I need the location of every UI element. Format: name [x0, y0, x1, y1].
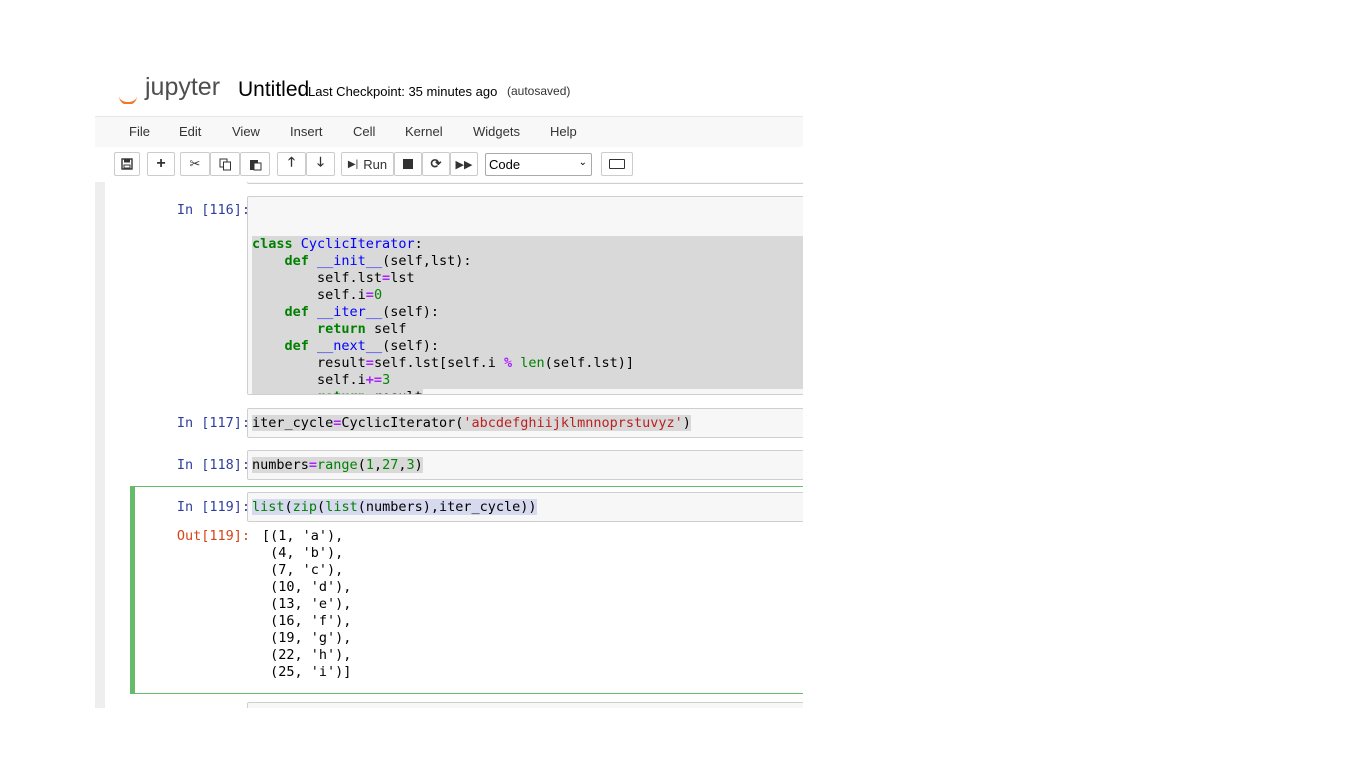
scissors-icon: ✂ [189, 156, 201, 171]
code-line: result=self.lst[self.i % len(self.lst)] [252, 355, 803, 372]
menu-view[interactable]: View [232, 124, 260, 139]
chevron-down-icon: ⌄ [578, 157, 587, 168]
copy-button[interactable] [210, 152, 240, 176]
cell-116-input[interactable]: class CyclicIterator: def __init__(self,… [247, 196, 803, 395]
menu-widgets[interactable]: Widgets [473, 124, 520, 139]
cut-button[interactable]: ✂ [180, 152, 210, 176]
code-line: self.i+=3 [252, 372, 803, 389]
last-checkpoint: Last Checkpoint: 35 minutes ago [308, 84, 498, 99]
code-line: return self [252, 321, 803, 338]
cell-117-input[interactable]: iter_cycle=CyclicIterator('abcdefghiijkl… [247, 408, 803, 438]
menu-kernel[interactable]: Kernel [405, 124, 443, 139]
copy-icon [219, 158, 231, 170]
restart-run-all-button[interactable]: ▶▶ [450, 152, 478, 176]
cell-116-prompt: In [116]: [176, 202, 250, 218]
cell-119-prompt: In [119]: [176, 499, 250, 515]
cell-117-prompt: In [117]: [176, 415, 250, 431]
arrow-down-icon: 🡓 [317, 154, 324, 169]
keyboard-icon [609, 159, 625, 169]
menu-help[interactable]: Help [550, 124, 577, 139]
code-line: def __next__(self): [252, 338, 803, 355]
fast-forward-icon: ▶▶ [455, 158, 473, 171]
previous-cell-input[interactable] [247, 182, 803, 184]
menu-cell[interactable]: Cell [353, 124, 375, 139]
cell-117-code: iter_cycle=CyclicIterator('abcdefghiijkl… [252, 415, 691, 431]
step-forward-icon: ▶| [347, 158, 359, 170]
notebook-container: In [116]: class CyclicIterator: def __in… [95, 182, 803, 708]
active-cell-indicator [130, 486, 135, 694]
restart-button[interactable]: ⟳ [422, 152, 450, 176]
code-line: return result [252, 389, 803, 394]
cell-116-code: class CyclicIterator: def __init__(self,… [252, 219, 803, 394]
code-line: def __iter__(self): [252, 304, 803, 321]
run-button[interactable]: ▶| Run [341, 152, 394, 176]
notebook-header: jupyter Untitled Last Checkpoint: 35 min… [95, 74, 803, 104]
insert-cell-button[interactable]: + [147, 152, 175, 176]
cell-type-select[interactable]: Code ⌄ [485, 153, 592, 176]
notebook-name[interactable]: Untitled [238, 78, 309, 102]
stop-icon [403, 159, 413, 169]
code-line: self.lst=lst [252, 270, 803, 287]
cell-119-out-prompt: Out[119]: [176, 528, 250, 544]
move-up-button[interactable]: 🡑 [277, 152, 306, 176]
autosave-status: (autosaved) [507, 84, 571, 98]
menu-edit[interactable]: Edit [179, 124, 201, 139]
jupyter-logo[interactable]: jupyter [145, 74, 220, 102]
menubar: File Edit View Insert Cell Kernel Widget… [95, 116, 803, 148]
paste-button[interactable] [240, 152, 270, 176]
cell-119-input[interactable]: list(zip(list(numbers),iter_cycle)) [247, 492, 803, 522]
plus-icon: + [156, 155, 166, 172]
toolbar: + ✂ 🡑 🡓 ▶| Run ⟳ ▶▶ Code ⌄ [95, 147, 803, 183]
command-palette-button[interactable] [601, 152, 633, 176]
code-line: def __init__(self,lst): [252, 253, 803, 270]
cell-118-input[interactable]: numbers=range(1,27,3) [247, 450, 803, 480]
cell-type-value: Code [489, 157, 521, 172]
menu-insert[interactable]: Insert [290, 124, 323, 139]
code-line: class CyclicIterator: [252, 236, 803, 253]
cell-119-code: list(zip(list(numbers),iter_cycle)) [252, 499, 537, 515]
arrow-up-icon: 🡑 [288, 154, 295, 169]
menu-file[interactable]: File [129, 124, 150, 139]
save-icon [121, 158, 133, 170]
cell-119-output: [(1, 'a'), (4, 'b'), (7, 'c'), (10, 'd')… [262, 528, 352, 680]
restart-icon: ⟳ [430, 156, 442, 171]
next-cell-input[interactable] [247, 702, 803, 708]
code-line: self.i=0 [252, 287, 803, 304]
paste-icon [249, 159, 261, 170]
run-label: Run [363, 156, 388, 172]
interrupt-button[interactable] [394, 152, 422, 176]
move-down-button[interactable]: 🡓 [306, 152, 335, 176]
jupyter-logo-icon [119, 93, 137, 104]
cell-118-prompt: In [118]: [176, 457, 250, 473]
cell-118-code: numbers=range(1,27,3) [252, 457, 423, 473]
save-button[interactable] [114, 152, 140, 176]
